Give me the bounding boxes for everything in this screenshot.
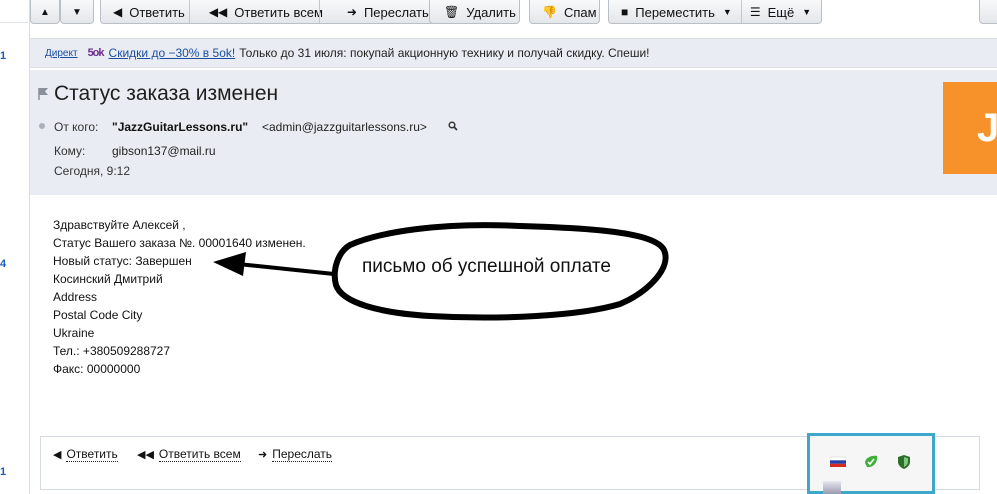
arrow-head-icon [213, 252, 246, 276]
annotation-text: письмо об успешной оплате [362, 256, 611, 277]
shield-icon[interactable] [896, 455, 912, 469]
forward-icon: ➜ [258, 449, 268, 461]
reply-icon: ◀ [53, 449, 62, 461]
annotation-drawing [213, 222, 669, 321]
system-tray-popup [807, 433, 935, 494]
reply-link[interactable]: ◀ Ответить [53, 447, 118, 462]
forward-link[interactable]: ➜ Переслать [258, 447, 333, 462]
reply-all-link[interactable]: ◀◀ Ответить всем [137, 447, 241, 462]
reply-all-icon: ◀◀ [137, 449, 154, 461]
leaf-check-icon[interactable] [863, 455, 879, 469]
tray-app-icon[interactable] [823, 481, 841, 494]
arrow-shaft [237, 262, 335, 276]
russian-flag-icon[interactable] [830, 455, 846, 469]
